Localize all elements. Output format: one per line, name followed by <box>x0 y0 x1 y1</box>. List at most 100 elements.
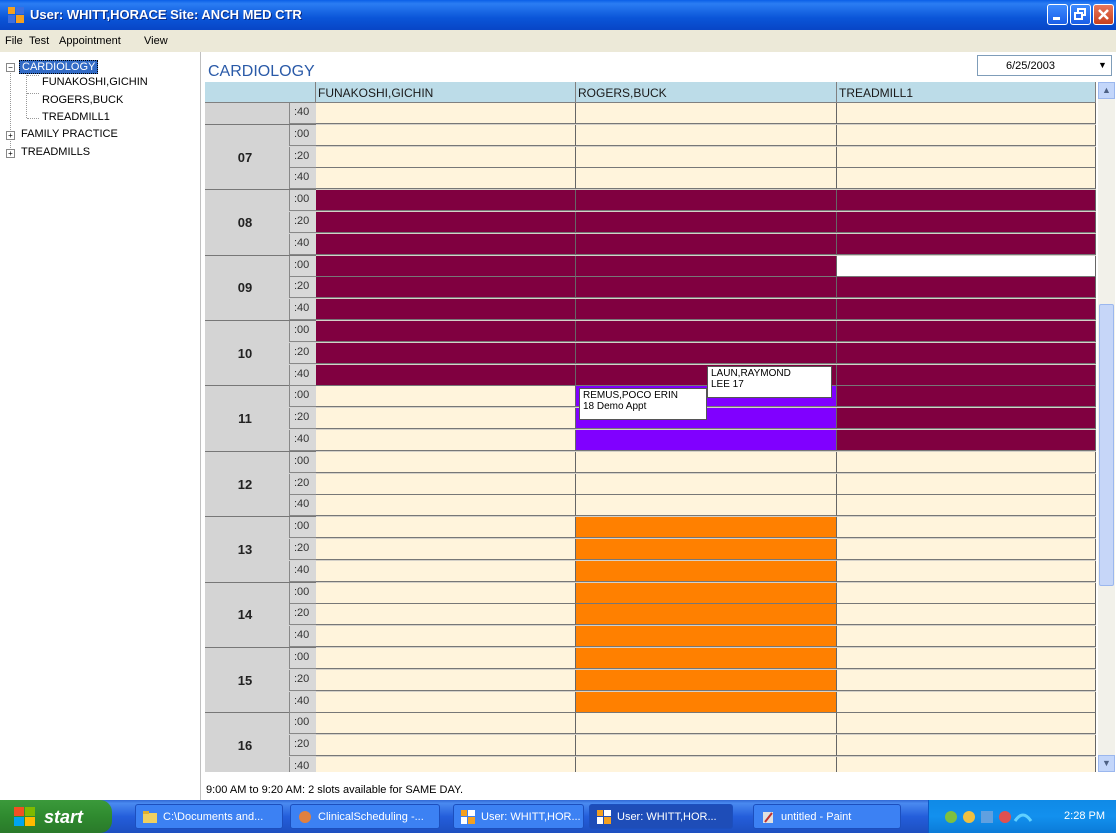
collapse-icon[interactable]: − <box>6 63 15 72</box>
time-slot[interactable] <box>837 103 1096 124</box>
time-slot[interactable] <box>837 168 1096 190</box>
restore-button[interactable] <box>1070 4 1091 25</box>
time-slot[interactable] <box>576 473 837 495</box>
menu-test[interactable]: Test <box>29 35 49 47</box>
time-slot[interactable] <box>837 430 1096 451</box>
time-slot[interactable] <box>316 364 576 386</box>
menu-appointment[interactable]: Appointment <box>59 35 121 47</box>
time-slot[interactable] <box>576 539 837 560</box>
time-slot[interactable] <box>837 364 1096 386</box>
time-slot[interactable] <box>576 713 837 735</box>
scroll-up-icon[interactable]: ▲ <box>1098 82 1115 99</box>
scroll-down-icon[interactable]: ▼ <box>1098 755 1115 772</box>
time-slot[interactable] <box>837 190 1096 212</box>
time-slot[interactable] <box>837 539 1096 560</box>
time-slot[interactable] <box>837 386 1096 408</box>
time-slot[interactable] <box>837 451 1096 473</box>
time-slot[interactable] <box>316 255 576 277</box>
time-slot[interactable] <box>316 473 576 495</box>
time-slot[interactable] <box>837 146 1096 168</box>
time-slot[interactable] <box>576 648 837 669</box>
time-slot[interactable] <box>837 560 1096 582</box>
time-slot[interactable] <box>576 495 837 517</box>
time-slot[interactable] <box>316 233 576 255</box>
tree-node-funakoshi[interactable]: FUNAKOSHI,GICHIN <box>42 76 148 88</box>
time-slot[interactable] <box>576 103 837 124</box>
time-slot[interactable] <box>576 735 837 757</box>
time-slot[interactable] <box>316 604 576 626</box>
time-slot[interactable] <box>316 648 576 669</box>
time-slot[interactable] <box>837 669 1096 691</box>
time-slot[interactable] <box>576 321 837 342</box>
column-header-funakoshi[interactable]: FUNAKOSHI,GICHIN <box>316 82 576 103</box>
task-clinical-scheduling[interactable]: ClinicalScheduling -... <box>290 804 440 829</box>
time-slot[interactable] <box>837 124 1096 146</box>
time-slot[interactable] <box>576 146 837 168</box>
time-slot[interactable] <box>837 408 1096 430</box>
time-slot[interactable] <box>316 342 576 364</box>
tray-icons[interactable] <box>943 809 1033 825</box>
expand-icon[interactable]: + <box>6 149 15 158</box>
menu-view[interactable]: View <box>144 35 168 47</box>
time-slot[interactable] <box>316 321 576 342</box>
time-slot[interactable] <box>576 517 837 539</box>
time-slot[interactable] <box>316 713 576 735</box>
time-slot[interactable] <box>576 255 837 277</box>
time-slot[interactable] <box>576 342 837 364</box>
time-slot[interactable] <box>316 430 576 451</box>
column-header-rogers[interactable]: ROGERS,BUCK <box>576 82 837 103</box>
tree-node-cardiology[interactable]: CARDIOLOGY <box>19 60 99 74</box>
time-slot[interactable] <box>316 451 576 473</box>
time-slot[interactable] <box>316 408 576 430</box>
time-slot[interactable] <box>837 517 1096 539</box>
time-slot[interactable] <box>576 277 837 299</box>
time-slot[interactable] <box>316 277 576 299</box>
time-slot[interactable] <box>576 168 837 190</box>
time-slot[interactable] <box>316 212 576 233</box>
time-slot[interactable] <box>837 757 1096 772</box>
time-slot[interactable] <box>576 669 837 691</box>
appointment-laun[interactable]: LAUN,RAYMOND LEE 17 <box>707 366 832 398</box>
vertical-scrollbar[interactable]: ▲ ▼ <box>1098 82 1115 772</box>
time-slot[interactable] <box>316 168 576 190</box>
time-slot[interactable] <box>316 299 576 321</box>
time-slot[interactable] <box>837 299 1096 321</box>
time-slot[interactable] <box>316 626 576 648</box>
time-slot[interactable] <box>837 735 1096 757</box>
time-slot[interactable] <box>316 691 576 713</box>
time-slot[interactable] <box>576 604 837 626</box>
scroll-thumb[interactable] <box>1099 304 1114 586</box>
appointment-remus[interactable]: REMUS,POCO ERIN 18 Demo Appt <box>579 388 707 420</box>
time-slot[interactable] <box>316 560 576 582</box>
task-user-window-2[interactable]: User: WHITT,HOR... <box>589 804 733 829</box>
time-slot[interactable] <box>837 233 1096 255</box>
chevron-down-icon[interactable]: ▼ <box>1094 56 1111 75</box>
time-slot[interactable] <box>316 190 576 212</box>
start-button[interactable]: start <box>0 800 112 833</box>
column-header-treadmill1[interactable]: TREADMILL1 <box>837 82 1096 103</box>
expand-icon[interactable]: + <box>6 131 15 140</box>
time-slot[interactable] <box>576 430 837 451</box>
time-slot[interactable] <box>837 212 1096 233</box>
task-paint[interactable]: untitled - Paint <box>753 804 901 829</box>
task-user-window-1[interactable]: User: WHITT,HOR... <box>453 804 584 829</box>
time-slot[interactable] <box>576 582 837 604</box>
time-slot[interactable] <box>837 691 1096 713</box>
time-slot[interactable] <box>316 517 576 539</box>
time-slot[interactable] <box>837 648 1096 669</box>
time-slot[interactable] <box>837 342 1096 364</box>
time-slot[interactable] <box>837 277 1096 299</box>
tree-node-family-practice[interactable]: FAMILY PRACTICE <box>21 128 118 140</box>
time-slot[interactable] <box>576 626 837 648</box>
task-explorer[interactable]: C:\Documents and... <box>135 804 283 829</box>
close-button[interactable] <box>1093 4 1114 25</box>
time-slot[interactable] <box>316 669 576 691</box>
time-slot[interactable] <box>316 386 576 408</box>
date-picker[interactable]: 6/25/2003 ▼ <box>977 55 1112 76</box>
time-slot[interactable] <box>576 451 837 473</box>
time-slot[interactable] <box>837 582 1096 604</box>
time-slot[interactable] <box>316 495 576 517</box>
time-slot[interactable] <box>837 604 1096 626</box>
minimize-button[interactable] <box>1047 4 1068 25</box>
time-slot[interactable] <box>316 735 576 757</box>
